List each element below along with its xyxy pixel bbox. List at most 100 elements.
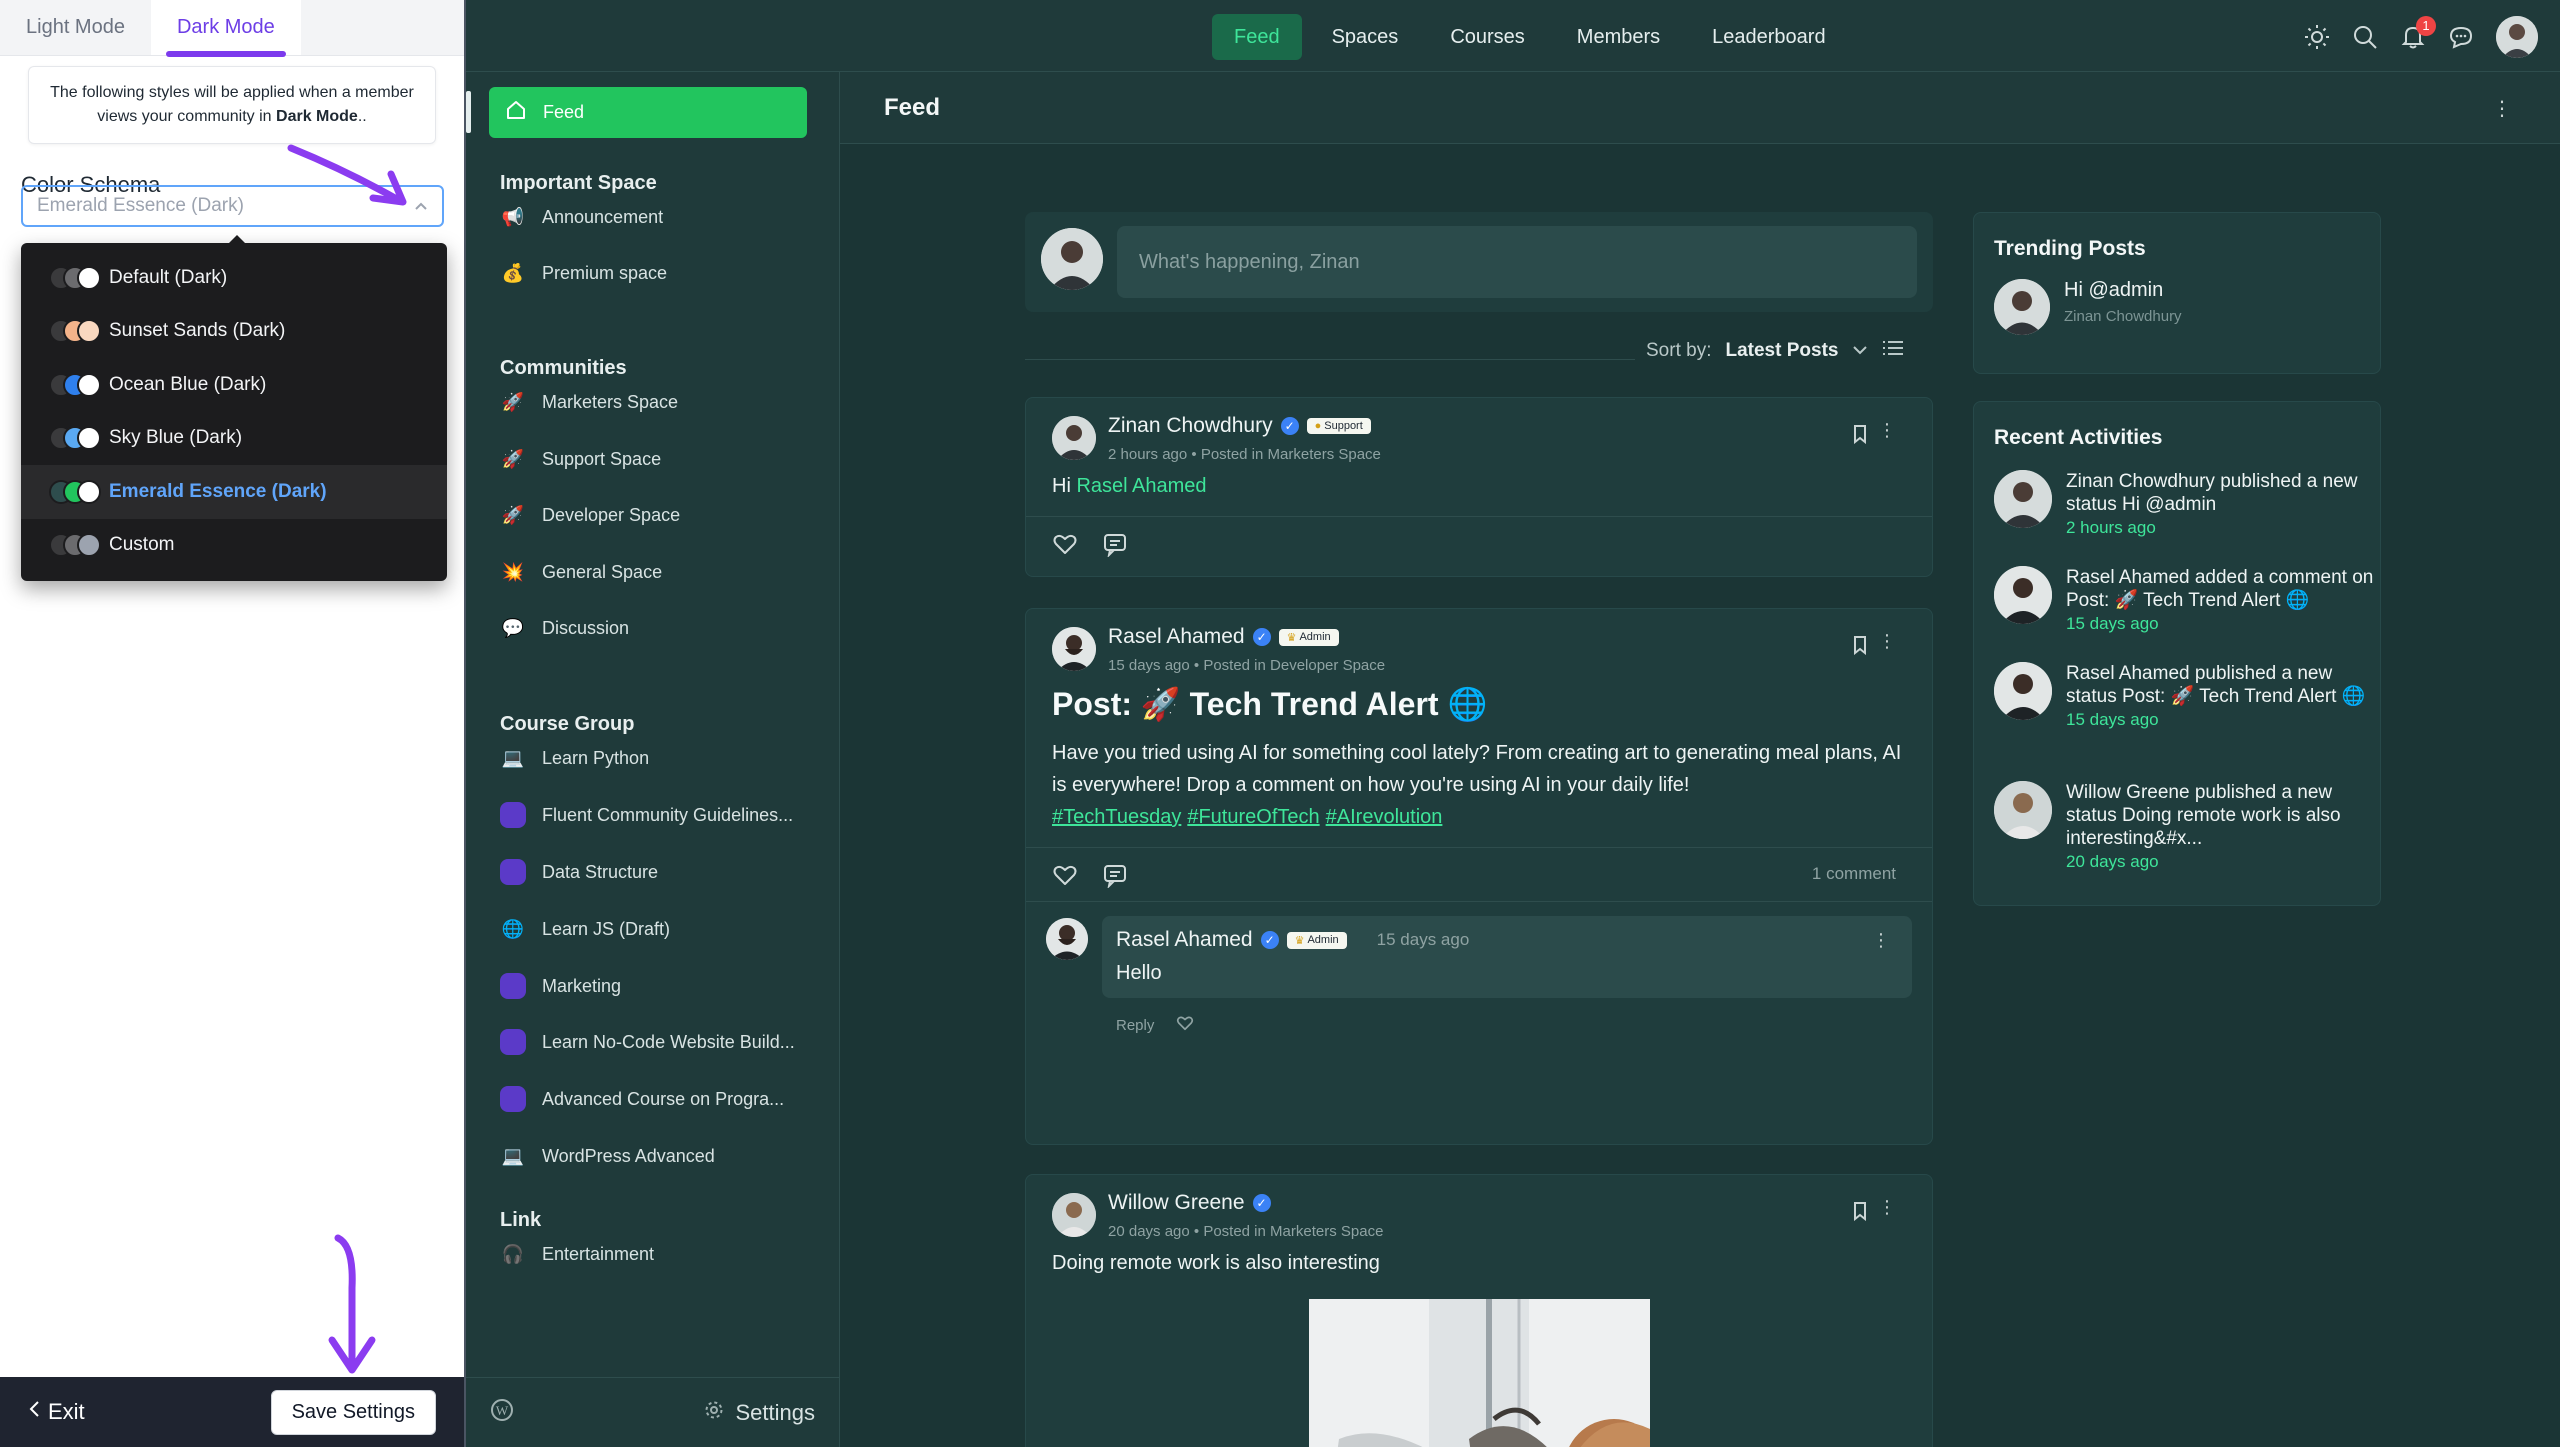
activity-time: 15 days ago (2066, 710, 2159, 729)
tab-light-mode[interactable]: Light Mode (0, 0, 151, 55)
avatar[interactable] (1052, 1193, 1096, 1237)
post-author[interactable]: Rasel Ahamed ✓ ♛ Admin (1108, 625, 1339, 649)
save-settings-button[interactable]: Save Settings (270, 1389, 436, 1435)
reply-button[interactable]: Reply (1116, 1017, 1154, 1034)
post-author[interactable]: Zinan Chowdhury ✓ ● Support (1108, 414, 1371, 438)
sidebar-item[interactable]: 💬 Discussion (500, 608, 629, 648)
exit-button[interactable]: Exit (28, 1398, 85, 1426)
hashtag-link[interactable]: #TechTuesday (1052, 806, 1181, 828)
list-item[interactable]: Rasel Ahamed published a new status Post… (1994, 662, 2374, 730)
sun-icon[interactable] (2304, 24, 2330, 50)
heart-icon[interactable] (1052, 531, 1078, 557)
sidebar-item-label: Fluent Community Guidelines... (542, 804, 794, 825)
color-schema-select[interactable]: Emerald Essence (Dark) (21, 185, 444, 227)
composer-input[interactable] (1117, 226, 1917, 298)
sidebar-item[interactable]: 💻 Learn Python (500, 738, 649, 778)
sidebar-item[interactable]: 🌐 Learn JS (Draft) (500, 909, 670, 949)
chevron-down-icon[interactable] (1852, 340, 1868, 362)
nav-spaces[interactable]: Spaces (1310, 14, 1421, 60)
heart-icon[interactable] (1176, 1014, 1194, 1036)
sidebar-item[interactable]: Learn No-Code Website Build... (500, 1022, 795, 1062)
color-swatch-icon (49, 479, 101, 504)
nav-leaderboard[interactable]: Leaderboard (1690, 14, 1847, 60)
sidebar-item[interactable]: 📢 Announcement (500, 197, 663, 237)
post-text: Doing remote work is also interesting (1052, 1252, 1380, 1274)
more-vertical-icon[interactable]: ⋮ (1878, 1197, 1896, 1218)
comment-count[interactable]: 1 comment (1812, 864, 1896, 884)
sidebar-item[interactable]: Advanced Course on Progra... (500, 1079, 784, 1119)
bookmark-icon[interactable] (1852, 1201, 1868, 1226)
sidebar-item[interactable]: 💰 Premium space (500, 253, 667, 293)
schema-option[interactable]: Ocean Blue (Dark) (21, 358, 447, 412)
avatar[interactable] (1052, 416, 1096, 460)
sidebar-item-label: WordPress Advanced (542, 1145, 715, 1166)
more-vertical-icon[interactable]: ⋮ (1878, 631, 1896, 652)
list-item[interactable]: Hi @admin Zinan Chowdhury (1994, 279, 2182, 335)
avatar[interactable] (1052, 627, 1096, 671)
schema-option-label: Sky Blue (Dark) (109, 427, 243, 449)
header-actions: 1 (2304, 16, 2538, 58)
selected-schema: Emerald Essence (Dark) (37, 195, 244, 216)
sidebar-item-feed[interactable]: Feed (466, 87, 807, 138)
verified-icon: ✓ (1252, 628, 1271, 646)
comment-icon[interactable] (1102, 862, 1128, 890)
sidebar-item[interactable]: 🚀 Marketers Space (500, 382, 678, 422)
post-image[interactable] (1309, 1299, 1650, 1447)
course-icon (500, 859, 526, 885)
comment-author-name[interactable]: Rasel Ahamed (1116, 928, 1253, 952)
role-badge: ● Support (1306, 418, 1371, 434)
hashtag-link[interactable]: #AIrevolution (1326, 806, 1443, 828)
nav-members[interactable]: Members (1555, 14, 1682, 60)
nav-feed[interactable]: Feed (1212, 14, 1302, 60)
schema-option[interactable]: Sky Blue (Dark) (21, 412, 447, 466)
gear-icon (704, 1400, 724, 1426)
list-item[interactable]: Rasel Ahamed added a comment on Post: 🚀 … (1994, 566, 2374, 634)
sidebar-item-label: Marketers Space (542, 391, 679, 412)
post-text: Hi (1052, 475, 1071, 497)
sidebar-item-label: Advanced Course on Progra... (542, 1088, 785, 1109)
chat-icon[interactable] (2448, 24, 2474, 50)
sidebar-item-label: Support Space (542, 448, 662, 469)
list-item[interactable]: Willow Greene published a new status Doi… (1994, 781, 2374, 872)
sidebar-item[interactable]: Data Structure (500, 852, 658, 892)
author-name: Rasel Ahamed (1108, 625, 1245, 648)
bell-icon[interactable]: 1 (2400, 16, 2436, 50)
sidebar-item[interactable]: 🎧 Entertainment (500, 1234, 654, 1274)
more-vertical-icon[interactable]: ⋮ (1872, 930, 1890, 951)
sidebar-item[interactable]: Fluent Community Guidelines... (500, 795, 793, 835)
sidebar-item[interactable]: 🚀 Support Space (500, 439, 661, 479)
sidebar-item[interactable]: 💥 General Space (500, 552, 662, 592)
main-nav: Feed Spaces Courses Members Leaderboard (1212, 14, 1848, 60)
sort-select[interactable]: Latest Posts (1725, 340, 1838, 362)
search-icon[interactable] (2352, 24, 2378, 50)
hashtag-link[interactable]: #FutureOfTech (1187, 806, 1319, 828)
more-vertical-icon[interactable]: ⋮ (2492, 96, 2512, 121)
customizer-footer: Exit Save Settings (0, 1377, 464, 1447)
heart-icon[interactable] (1052, 862, 1078, 888)
more-vertical-icon[interactable]: ⋮ (1878, 420, 1896, 441)
schema-option[interactable]: Custom (21, 519, 447, 573)
user-avatar[interactable] (2496, 16, 2538, 58)
sidebar-footer: W Settings (466, 1377, 839, 1447)
mention-link[interactable]: Rasel Ahamed (1076, 475, 1206, 497)
tab-dark-mode[interactable]: Dark Mode (150, 0, 301, 57)
wordpress-icon[interactable]: W (490, 1398, 514, 1427)
avatar[interactable] (1046, 918, 1088, 960)
comment-icon[interactable] (1102, 531, 1128, 559)
schema-option[interactable]: Sunset Sands (Dark) (21, 305, 447, 359)
nav-courses[interactable]: Courses (1428, 14, 1546, 60)
post-title[interactable]: Post: 🚀 Tech Trend Alert 🌐 (1026, 681, 1932, 737)
sidebar-item[interactable]: Marketing (500, 966, 621, 1006)
schema-option[interactable]: Emerald Essence (Dark) (21, 465, 447, 519)
sidebar-item[interactable]: 🚀 Developer Space (500, 495, 680, 535)
bookmark-icon[interactable] (1852, 635, 1868, 660)
sidebar-item[interactable]: 💻 WordPress Advanced (500, 1136, 715, 1176)
post-header: Willow Greene ✓ 20 days ago • Posted in … (1026, 1175, 1932, 1247)
list-item[interactable]: Zinan Chowdhury published a new status H… (1994, 470, 2374, 538)
settings-link[interactable]: Settings (704, 1400, 815, 1426)
list-view-icon[interactable] (1882, 338, 1904, 364)
post-author[interactable]: Willow Greene ✓ (1108, 1191, 1271, 1215)
post-header: Zinan Chowdhury ✓ ● Support 2 hours ago •… (1026, 398, 1932, 470)
schema-option[interactable]: Default (Dark) (21, 251, 447, 305)
bookmark-icon[interactable] (1852, 424, 1868, 449)
